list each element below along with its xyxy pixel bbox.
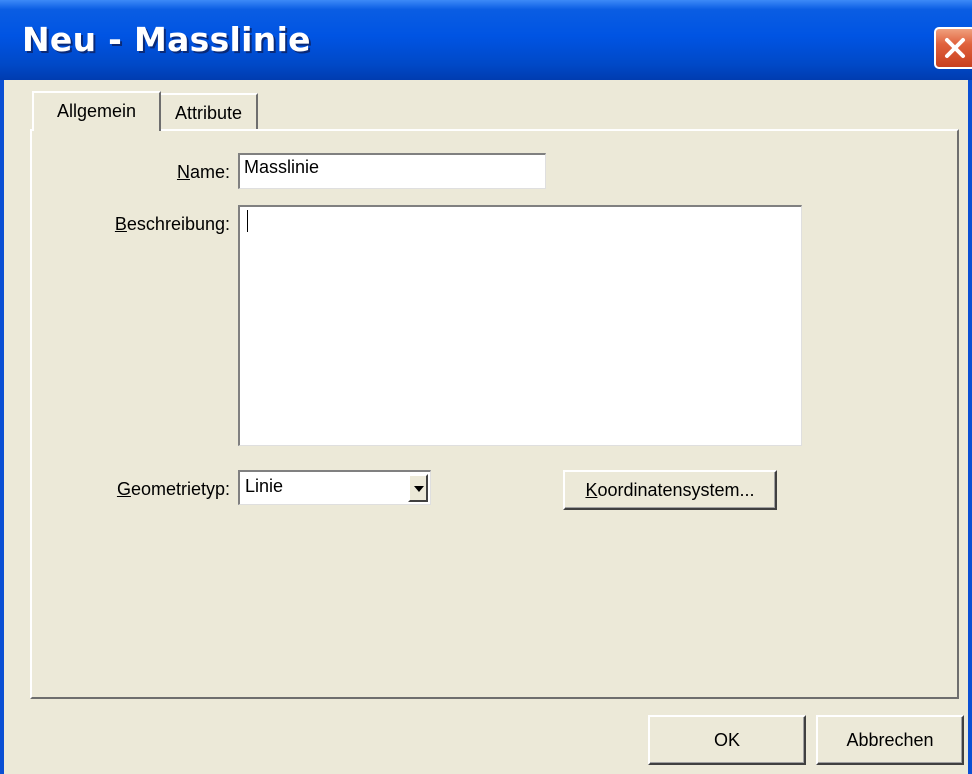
- window-title: Neu - Masslinie: [22, 20, 311, 59]
- description-label: Beschreibung:: [114, 214, 230, 234]
- text-cursor: [247, 210, 248, 232]
- cancel-button[interactable]: Abbrechen: [816, 715, 964, 765]
- geometry-type-label: Geometrietyp:: [116, 479, 230, 499]
- ok-button-label: OK: [713, 730, 740, 750]
- dialog-window: Neu - Masslinie Allgemein Attribute Name…: [0, 0, 972, 774]
- coordinate-system-button[interactable]: Koordinatensystem...: [563, 470, 777, 510]
- window-frame-left: [0, 80, 4, 774]
- description-textarea[interactable]: [238, 205, 802, 446]
- tab-attribute[interactable]: Attribute: [161, 93, 258, 129]
- tab-allgemein-label: Allgemein: [56, 101, 137, 121]
- geometry-type-select[interactable]: Linie: [238, 470, 431, 505]
- title-bar[interactable]: Neu - Masslinie: [0, 0, 972, 80]
- tab-allgemein[interactable]: Allgemein: [32, 91, 161, 131]
- geometry-type-value: Linie: [245, 476, 284, 496]
- name-label: Name:: [176, 162, 230, 182]
- window-frame-right: [968, 80, 972, 774]
- close-icon: [945, 38, 965, 58]
- name-input[interactable]: Masslinie: [238, 153, 546, 189]
- cancel-button-label: Abbrechen: [846, 730, 934, 750]
- coordinate-system-button-label: Koordinatensystem...: [585, 480, 755, 500]
- name-input-value: Masslinie: [244, 157, 320, 177]
- chevron-down-icon: [414, 486, 424, 492]
- tab-attribute-label: Attribute: [174, 103, 243, 123]
- dropdown-button[interactable]: [408, 474, 428, 502]
- close-button[interactable]: [934, 27, 972, 69]
- ok-button[interactable]: OK: [648, 715, 806, 765]
